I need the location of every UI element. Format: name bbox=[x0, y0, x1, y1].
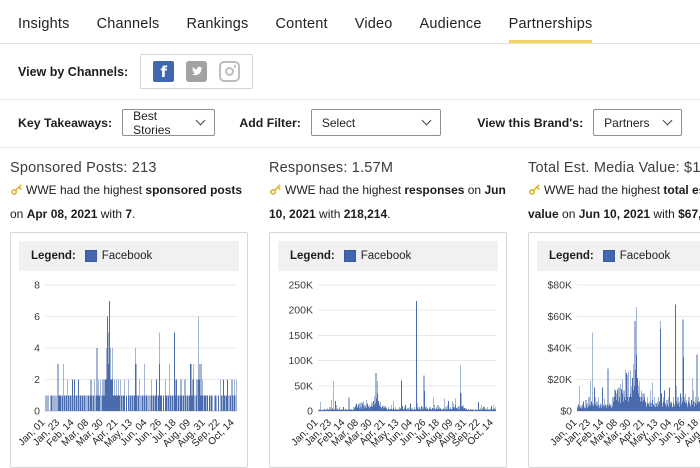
facebook-legend-swatch bbox=[603, 250, 615, 262]
chart-title-responses: Responses: 1.57M bbox=[269, 160, 507, 176]
insight-text: . bbox=[132, 207, 135, 221]
facebook-legend-swatch bbox=[344, 250, 356, 262]
key-takeaways-label: Key Takeaways: bbox=[18, 116, 112, 130]
bar-chart-media-value: $0$20K$40K$60K$80KJan, 01Jan, 23Feb, 14M… bbox=[537, 277, 700, 463]
view-brand-dropdown[interactable]: Partners bbox=[593, 109, 682, 136]
legend-bar: Legend: Facebook bbox=[537, 241, 700, 271]
facebook-legend-swatch bbox=[85, 250, 97, 262]
chart-card-responses: Legend: Facebook 050K100K150K200K250KJan… bbox=[269, 232, 507, 468]
svg-text:$60K: $60K bbox=[547, 311, 572, 323]
view-brand-value: Partners bbox=[604, 116, 649, 130]
charts-area: Sponsored Posts: 213 WWE had the highest… bbox=[0, 148, 700, 468]
chart-title-media-value: Total Est. Media Value: $1.79M bbox=[528, 160, 700, 176]
instagram-icon[interactable] bbox=[219, 61, 240, 82]
legend-label: Legend: bbox=[31, 250, 76, 262]
svg-text:4: 4 bbox=[34, 343, 40, 355]
instagram-lens bbox=[225, 67, 234, 76]
chevron-down-icon bbox=[196, 116, 206, 126]
insight-text: . bbox=[387, 207, 390, 221]
tab-channels[interactable]: Channels bbox=[97, 16, 160, 43]
legend-label: Legend: bbox=[290, 250, 335, 262]
insight-text: WWE had the highest bbox=[285, 183, 404, 197]
tab-audience[interactable]: Audience bbox=[420, 16, 482, 43]
legend-series-label: Facebook bbox=[102, 250, 153, 262]
legend-item-facebook[interactable]: Facebook bbox=[603, 250, 671, 262]
chevron-down-icon bbox=[422, 116, 432, 126]
insight-text: on bbox=[559, 207, 579, 221]
twitter-bird-icon bbox=[190, 65, 203, 78]
insight-metric: responses bbox=[404, 183, 464, 197]
tab-partnerships[interactable]: Partnerships bbox=[509, 16, 593, 43]
add-filter-value: Select bbox=[322, 116, 355, 130]
svg-text:250K: 250K bbox=[288, 280, 313, 292]
tab-content[interactable]: Content bbox=[276, 16, 328, 43]
legend-item-facebook[interactable]: Facebook bbox=[85, 250, 153, 262]
svg-text:200K: 200K bbox=[288, 305, 313, 317]
view-brand-label: View this Brand's: bbox=[477, 116, 583, 130]
filter-bar: Key Takeaways: Best Stories Add Filter: … bbox=[0, 100, 700, 148]
key-takeaways-dropdown[interactable]: Best Stories bbox=[122, 109, 215, 136]
chevron-down-icon bbox=[663, 116, 673, 126]
svg-text:0: 0 bbox=[34, 406, 40, 418]
tab-rankings[interactable]: Rankings bbox=[186, 16, 248, 43]
chart-card-media-value: Legend: Facebook $0$20K$40K$60K$80KJan, … bbox=[528, 232, 700, 468]
insight-text: with bbox=[97, 207, 125, 221]
add-filter-label: Add Filter: bbox=[239, 116, 300, 130]
insight-sponsored-posts: WWE had the highest sponsored posts on A… bbox=[10, 180, 248, 225]
chart-title-sponsored-posts: Sponsored Posts: 213 bbox=[10, 160, 248, 176]
key-icon bbox=[269, 182, 282, 204]
svg-text:150K: 150K bbox=[288, 330, 313, 342]
instagram-dot bbox=[234, 65, 237, 68]
legend-bar: Legend: Facebook bbox=[19, 241, 239, 271]
facebook-icon[interactable]: f bbox=[153, 61, 174, 82]
key-takeaways-value: Best Stories bbox=[133, 109, 197, 137]
insight-text: on bbox=[464, 183, 484, 197]
insight-text: WWE had the highest bbox=[544, 183, 663, 197]
insight-value: 218,214 bbox=[344, 207, 387, 221]
responses-column: Responses: 1.57M WWE had the highest res… bbox=[269, 160, 507, 468]
tab-insights[interactable]: Insights bbox=[18, 16, 70, 43]
insight-date: Jun 10, 2021 bbox=[579, 207, 650, 221]
insight-text: with bbox=[650, 207, 678, 221]
insight-date: Apr 08, 2021 bbox=[27, 207, 98, 221]
channel-toggle-group: f bbox=[140, 54, 253, 89]
svg-text:$40K: $40K bbox=[547, 343, 572, 355]
insight-media-value: WWE had the highest total est. media val… bbox=[528, 180, 700, 225]
svg-text:2: 2 bbox=[34, 374, 40, 386]
insight-value: $67,728.22 bbox=[678, 207, 700, 221]
insight-text: on bbox=[10, 207, 27, 221]
bar-chart-responses: 050K100K150K200K250KJan, 01Jan, 23Feb, 1… bbox=[278, 277, 500, 463]
key-icon bbox=[10, 182, 23, 204]
svg-text:100K: 100K bbox=[288, 355, 313, 367]
view-by-channels-row: View by Channels: f bbox=[0, 44, 700, 100]
insight-metric: sponsored posts bbox=[145, 183, 242, 197]
sponsored-posts-column: Sponsored Posts: 213 WWE had the highest… bbox=[10, 160, 248, 468]
svg-text:$20K: $20K bbox=[547, 374, 572, 386]
bar-chart-sponsored-posts: 02468Jan, 01Jan, 23Feb, 14Mar, 08Mar, 30… bbox=[19, 277, 241, 463]
insight-responses: WWE had the highest responses on Jun 10,… bbox=[269, 180, 507, 225]
tab-video[interactable]: Video bbox=[355, 16, 393, 43]
svg-text:6: 6 bbox=[34, 311, 40, 323]
main-nav: Insights Channels Rankings Content Video… bbox=[0, 0, 700, 44]
svg-text:0: 0 bbox=[307, 406, 313, 418]
legend-series-label: Facebook bbox=[361, 250, 412, 262]
legend-bar: Legend: Facebook bbox=[278, 241, 498, 271]
key-icon bbox=[528, 182, 541, 204]
legend-label: Legend: bbox=[549, 250, 594, 262]
svg-text:$0: $0 bbox=[560, 406, 572, 418]
legend-item-facebook[interactable]: Facebook bbox=[344, 250, 412, 262]
insight-text: with bbox=[316, 207, 344, 221]
svg-text:8: 8 bbox=[34, 280, 40, 292]
view-by-channels-label: View by Channels: bbox=[18, 65, 128, 79]
svg-text:$80K: $80K bbox=[547, 280, 572, 292]
svg-text:50K: 50K bbox=[294, 380, 313, 392]
chart-card-sponsored-posts: Legend: Facebook 02468Jan, 01Jan, 23Feb,… bbox=[10, 232, 248, 468]
legend-series-label: Facebook bbox=[620, 250, 671, 262]
twitter-icon[interactable] bbox=[186, 61, 207, 82]
insight-text: WWE had the highest bbox=[26, 183, 145, 197]
add-filter-dropdown[interactable]: Select bbox=[311, 109, 441, 136]
media-value-column: Total Est. Media Value: $1.79M WWE had t… bbox=[528, 160, 700, 468]
